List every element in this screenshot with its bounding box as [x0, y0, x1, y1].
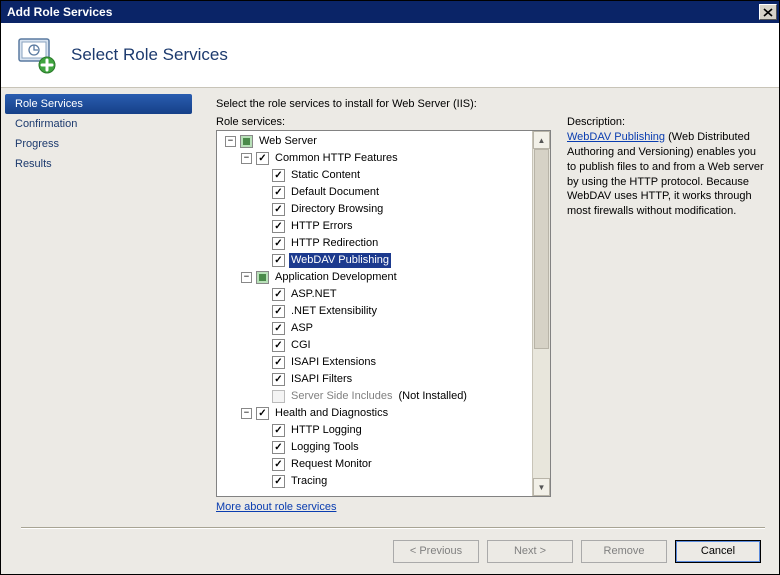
checkbox[interactable] [272, 220, 285, 233]
header: Select Role Services [1, 23, 779, 88]
tree-node-label[interactable]: Health and Diagnostics [273, 406, 390, 421]
checkbox[interactable] [272, 373, 285, 386]
tree-node-label[interactable]: Common HTTP Features [273, 151, 400, 166]
tree-node[interactable]: HTTP Redirection [217, 235, 532, 252]
description-link[interactable]: WebDAV Publishing [567, 131, 665, 143]
page-title: Select Role Services [71, 45, 228, 65]
tree-node-label[interactable]: Static Content [289, 168, 362, 183]
checkbox[interactable] [272, 305, 285, 318]
instruction-text: Select the role services to install for … [216, 98, 765, 110]
checkbox[interactable] [272, 356, 285, 369]
tree-node[interactable]: Directory Browsing [217, 201, 532, 218]
checkbox[interactable] [272, 288, 285, 301]
tree-node[interactable]: HTTP Logging [217, 422, 532, 439]
checkbox[interactable] [272, 237, 285, 250]
cancel-button[interactable]: Cancel [675, 540, 761, 563]
tree-node-label[interactable]: Server Side Includes [289, 389, 395, 404]
checkbox[interactable] [272, 339, 285, 352]
tree-node[interactable]: ASP [217, 320, 532, 337]
tree-node-label[interactable]: Directory Browsing [289, 202, 385, 217]
scroll-down-button[interactable]: ▼ [533, 478, 550, 496]
tree-node[interactable]: Static Content [217, 167, 532, 184]
tree-node-label[interactable]: Logging Tools [289, 440, 361, 455]
sidebar: Role Services Confirmation Progress Resu… [1, 88, 196, 527]
wizard-icon [15, 33, 57, 78]
tree-node[interactable]: CGI [217, 337, 532, 354]
tree-node[interactable]: Logging Tools [217, 439, 532, 456]
checkbox[interactable] [272, 254, 285, 267]
collapse-icon[interactable]: − [241, 153, 252, 164]
tree-node[interactable]: − Health and Diagnostics [217, 405, 532, 422]
checkbox[interactable] [272, 322, 285, 335]
tree-node[interactable]: Default Document [217, 184, 532, 201]
tree-node-label[interactable]: Default Document [289, 185, 381, 200]
sidebar-item-progress[interactable]: Progress [5, 134, 192, 154]
checkbox[interactable] [272, 169, 285, 182]
checkbox[interactable] [256, 407, 269, 420]
tree-node[interactable]: Request Monitor [217, 456, 532, 473]
role-services-tree[interactable]: −Web Server−Common HTTP FeaturesStatic C… [216, 130, 551, 497]
checkbox[interactable] [272, 203, 285, 216]
tree-node[interactable]: .NET Extensibility [217, 303, 532, 320]
previous-button[interactable]: < Previous [393, 540, 479, 563]
sidebar-item-results[interactable]: Results [5, 154, 192, 174]
tree-node[interactable]: WebDAV Publishing [217, 252, 532, 269]
not-installed-label: (Not Installed) [399, 389, 467, 404]
scroll-thumb[interactable] [534, 149, 549, 349]
tree-node-label[interactable]: HTTP Redirection [289, 236, 380, 251]
checkbox[interactable] [272, 186, 285, 199]
tree-label: Role services: [216, 116, 551, 128]
description-body: (Web Distributed Authoring and Versionin… [567, 131, 764, 217]
more-about-link[interactable]: More about role services [216, 497, 551, 519]
sidebar-item-confirmation[interactable]: Confirmation [5, 114, 192, 134]
checkbox[interactable] [256, 271, 269, 284]
checkbox[interactable] [272, 458, 285, 471]
checkbox[interactable] [272, 424, 285, 437]
checkbox[interactable] [272, 441, 285, 454]
tree-node-label[interactable]: Tracing [289, 474, 329, 489]
tree-node[interactable]: Tracing [217, 473, 532, 490]
tree-node-label[interactable]: Web Server [257, 134, 319, 149]
tree-node-label[interactable]: ASP.NET [289, 287, 339, 302]
tree-node-label[interactable]: ASP [289, 321, 315, 336]
tree-node[interactable]: HTTP Errors [217, 218, 532, 235]
tree-node-label[interactable]: ISAPI Extensions [289, 355, 378, 370]
checkbox[interactable] [272, 475, 285, 488]
tree-node-label[interactable]: ISAPI Filters [289, 372, 354, 387]
checkbox[interactable] [256, 152, 269, 165]
tree-node[interactable]: Server Side Includes (Not Installed) [217, 388, 532, 405]
tree-node[interactable]: − Application Development [217, 269, 532, 286]
checkbox[interactable] [240, 135, 253, 148]
window-title: Add Role Services [7, 5, 112, 19]
tree-node-label[interactable]: CGI [289, 338, 313, 353]
sidebar-item-role-services[interactable]: Role Services [5, 94, 192, 114]
description-label: Description: [567, 116, 765, 128]
checkbox [272, 390, 285, 403]
tree-node[interactable]: ASP.NET [217, 286, 532, 303]
close-button[interactable] [759, 4, 777, 20]
collapse-icon[interactable]: − [241, 272, 252, 283]
tree-node-label[interactable]: HTTP Logging [289, 423, 364, 438]
tree-node[interactable]: ISAPI Filters [217, 371, 532, 388]
collapse-icon[interactable]: − [241, 408, 252, 419]
tree-node[interactable]: − Common HTTP Features [217, 150, 532, 167]
tree-node[interactable]: − Web Server [217, 133, 532, 150]
body: Role Services Confirmation Progress Resu… [1, 88, 779, 527]
tree-node[interactable]: ISAPI Extensions [217, 354, 532, 371]
tree-node-label[interactable]: Request Monitor [289, 457, 374, 472]
scroll-up-button[interactable]: ▲ [533, 131, 550, 149]
tree-node-label[interactable]: Application Development [273, 270, 399, 285]
wizard-window: Add Role Services Select Role Services R… [0, 0, 780, 575]
scrollbar[interactable]: ▲ ▼ [532, 131, 550, 496]
next-button[interactable]: Next > [487, 540, 573, 563]
description-text: WebDAV Publishing (Web Distributed Autho… [567, 130, 765, 219]
content-panel: Select the role services to install for … [196, 88, 779, 527]
tree-node-label[interactable]: HTTP Errors [289, 219, 355, 234]
titlebar: Add Role Services [1, 1, 779, 23]
tree-node-label[interactable]: .NET Extensibility [289, 304, 379, 319]
collapse-icon[interactable]: − [225, 136, 236, 147]
tree-node-label[interactable]: WebDAV Publishing [289, 253, 391, 268]
remove-button[interactable]: Remove [581, 540, 667, 563]
footer: < Previous Next > Remove Cancel [1, 528, 779, 574]
